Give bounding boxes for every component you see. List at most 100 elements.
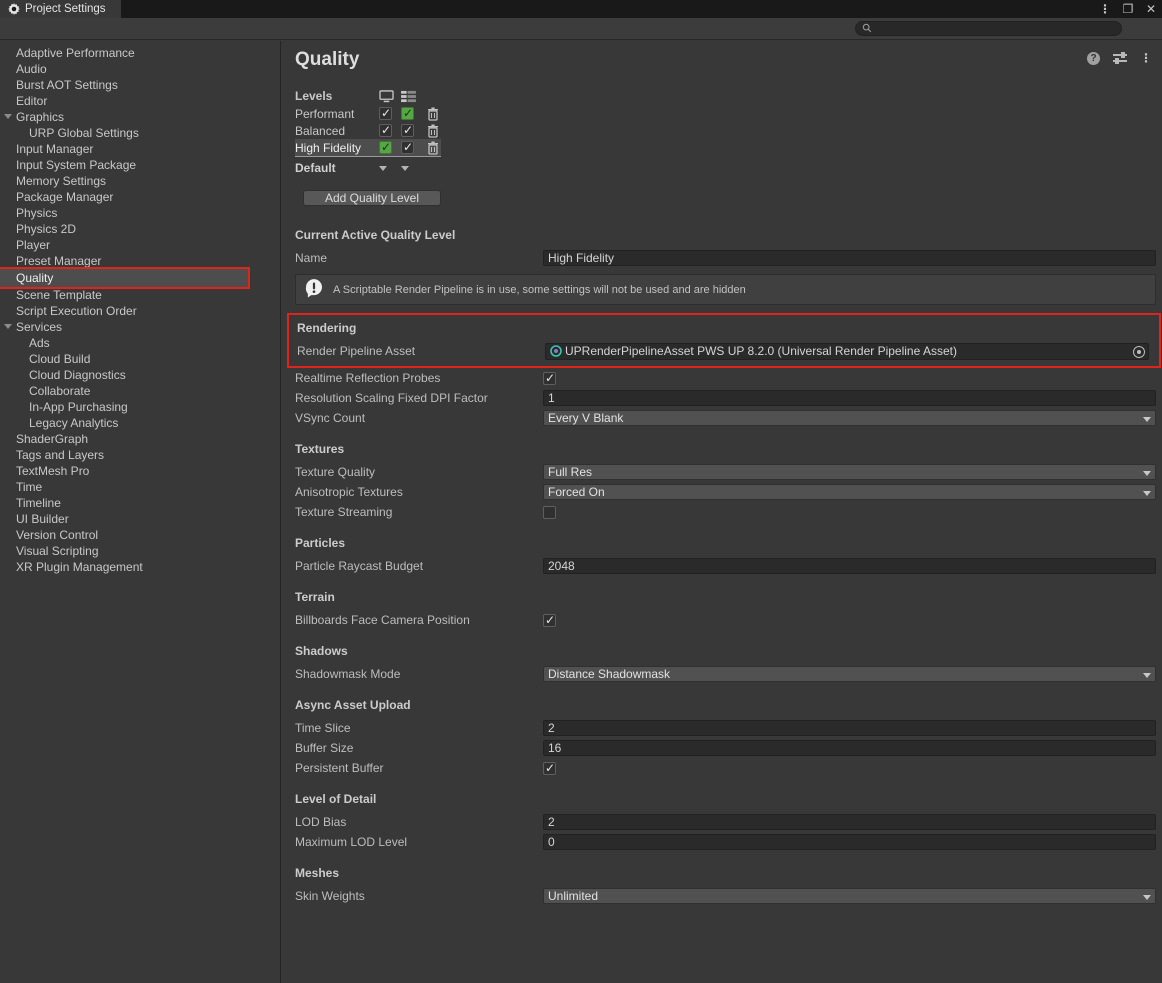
sidebar-item-preset-manager[interactable]: Preset Manager [0,253,280,269]
resolution-scaling-field[interactable] [543,390,1156,406]
help-icon[interactable]: ? [1087,52,1100,65]
sidebar-item-scene-template[interactable]: Scene Template [0,287,280,303]
sidebar-item-memory-settings[interactable]: Memory Settings [0,173,280,189]
persistent-buffer-checkbox[interactable] [543,762,556,775]
particle-raycast-budget-field[interactable] [543,558,1156,574]
sidebar-item-player[interactable]: Player [0,237,280,253]
setting-label: Skin Weights [293,889,543,903]
sidebar-item-ui-builder[interactable]: UI Builder [0,511,280,527]
platform-checkbox[interactable] [379,124,392,137]
panel-menu-icon[interactable]: ⋮ [1140,51,1152,65]
sidebar-item-in-app-purchasing[interactable]: In-App Purchasing [0,399,280,415]
sidebar-item-collaborate[interactable]: Collaborate [0,383,280,399]
close-icon[interactable]: ✕ [1144,2,1158,16]
sidebar-item-ads[interactable]: Ads [0,335,280,351]
buffer-size-field[interactable] [543,740,1156,756]
vsync-count-dropdown[interactable]: Every V Blank [543,410,1156,426]
sidebar-item-physics[interactable]: Physics [0,205,280,221]
sidebar-item-audio[interactable]: Audio [0,61,280,77]
sidebar-item-cloud-diagnostics[interactable]: Cloud Diagnostics [0,367,280,383]
default-dropdown-levels[interactable] [401,166,423,171]
texture-streaming-checkbox[interactable] [543,506,556,519]
setting-label: Time Slice [293,721,543,735]
sidebar-item-graphics[interactable]: Graphics [0,109,280,125]
maximum-lod-level-field[interactable] [543,834,1156,850]
sidebar-item-visual-scripting[interactable]: Visual Scripting [0,543,280,559]
sidebar-item-burst-aot-settings[interactable]: Burst AOT Settings [0,77,280,93]
title-bar: Project Settings ⋮ ❐ ✕ [0,0,1162,18]
setting-label: Persistent Buffer [293,761,543,775]
sidebar-item-input-manager[interactable]: Input Manager [0,141,280,157]
persistent-buffer-row: Persistent Buffer [293,758,1162,778]
sidebar-item-services[interactable]: Services [0,319,280,335]
dropdown-value: Every V Blank [548,411,623,425]
project-settings-tab[interactable]: Project Settings [0,0,121,18]
search-input[interactable] [876,23,1115,35]
expander-down-icon[interactable] [4,114,12,119]
default-level-checkbox[interactable] [401,107,414,120]
sidebar-item-cloud-build[interactable]: Cloud Build [0,351,280,367]
pipeline-asset-icon [550,345,562,357]
vsync-count-row: VSync Count Every V Blank [293,408,1162,428]
presets-icon[interactable] [1113,52,1127,64]
expander-down-icon[interactable] [4,324,12,329]
sidebar-item-legacy-analytics[interactable]: Legacy Analytics [0,415,280,431]
window-menu-icon[interactable]: ⋮ [1098,2,1112,16]
sidebar-item-time[interactable]: Time [0,479,280,495]
texture-quality-dropdown[interactable]: Full Res [543,464,1156,480]
sidebar-item-quality[interactable]: Quality [0,269,248,287]
sidebar-item-label: Graphics [16,110,64,124]
setting-label: Particle Raycast Budget [293,559,543,573]
maximize-icon[interactable]: ❐ [1121,2,1135,16]
quality-level-row-high-fidelity[interactable]: High Fidelity [295,139,441,156]
skin-weights-dropdown[interactable]: Unlimited [543,888,1156,904]
chevron-down-icon [1143,673,1151,678]
sidebar-item-version-control[interactable]: Version Control [0,527,280,543]
chevron-down-icon [1143,471,1151,476]
platform-checkbox[interactable] [379,107,392,120]
default-level-checkbox[interactable] [401,124,414,137]
realtime-reflection-probes-checkbox[interactable] [543,372,556,385]
gear-icon [8,3,20,15]
time-slice-field[interactable] [543,720,1156,736]
chevron-down-icon [1143,417,1151,422]
lod-bias-field[interactable] [543,814,1156,830]
sidebar-item-script-execution-order[interactable]: Script Execution Order [0,303,280,319]
quality-level-row-performant[interactable]: Performant [295,105,441,122]
sidebar-item-tags-and-layers[interactable]: Tags and Layers [0,447,280,463]
name-field[interactable] [543,250,1156,266]
particles-header: Particles [295,536,1162,552]
sidebar-item-input-system-package[interactable]: Input System Package [0,157,280,173]
name-row: Name [293,248,1162,268]
sidebar-item-shadergraph[interactable]: ShaderGraph [0,431,280,447]
skin-weights-row: Skin Weights Unlimited [293,886,1162,906]
platform-checkbox[interactable] [379,141,392,154]
trash-icon[interactable] [427,141,440,155]
sidebar-item-editor[interactable]: Editor [0,93,280,109]
default-dropdown-desktop[interactable] [379,166,401,171]
sidebar-item-urp-global-settings[interactable]: URP Global Settings [0,125,280,141]
level-name: Performant [295,107,379,121]
quality-level-row-balanced[interactable]: Balanced [295,122,441,139]
sidebar-item-package-manager[interactable]: Package Manager [0,189,280,205]
default-level-checkbox[interactable] [401,141,414,154]
sidebar-item-adaptive-performance[interactable]: Adaptive Performance [0,45,280,61]
search-box[interactable] [855,21,1122,36]
trash-icon[interactable] [427,124,440,138]
sidebar-item-physics-2d[interactable]: Physics 2D [0,221,280,237]
texture-streaming-row: Texture Streaming [293,502,1162,522]
billboards-face-camera-checkbox[interactable] [543,614,556,627]
quality-levels-matrix: Levels Performant Balanc [295,87,445,177]
add-quality-level-button[interactable]: Add Quality Level [303,190,441,206]
render-pipeline-asset-value: UPRenderPipelineAsset PWS UP 8.2.0 (Univ… [565,344,957,358]
anisotropic-textures-dropdown[interactable]: Forced On [543,484,1156,500]
sidebar-item-xr-plugin-management[interactable]: XR Plugin Management [0,559,280,575]
level-name: Balanced [295,124,379,138]
trash-icon[interactable] [427,107,440,121]
terrain-header: Terrain [295,590,1162,606]
object-picker-icon[interactable] [1133,346,1145,358]
sidebar-item-timeline[interactable]: Timeline [0,495,280,511]
render-pipeline-asset-field[interactable]: UPRenderPipelineAsset PWS UP 8.2.0 (Univ… [545,343,1149,360]
shadowmask-mode-dropdown[interactable]: Distance Shadowmask [543,666,1156,682]
sidebar-item-textmesh-pro[interactable]: TextMesh Pro [0,463,280,479]
